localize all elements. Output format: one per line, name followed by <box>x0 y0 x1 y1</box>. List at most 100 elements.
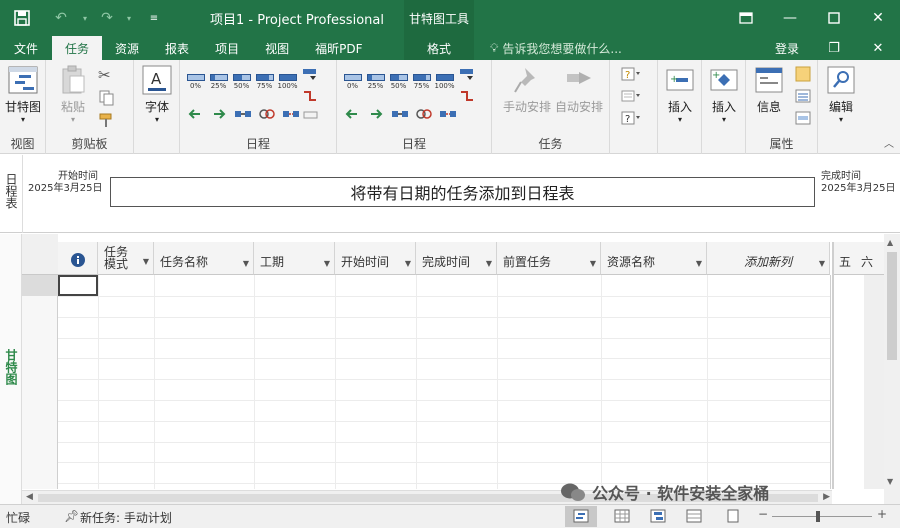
mark-on-track-icon-2[interactable] <box>459 66 477 82</box>
pct-75-button[interactable]: 75% <box>255 74 274 90</box>
status-ready: 忙碌 <box>6 511 31 525</box>
team-planner-view-icon[interactable] <box>650 509 666 526</box>
split-task-icon-2[interactable] <box>439 106 457 122</box>
tab-project[interactable]: 项目 <box>202 36 252 60</box>
vertical-scroll-thumb[interactable] <box>887 252 897 360</box>
tab-task[interactable]: 任务 <box>52 36 103 60</box>
paste-button[interactable]: 粘贴 ▾ <box>56 64 90 124</box>
unlink-tasks-icon[interactable] <box>258 106 276 122</box>
pct-50-button-2[interactable]: 50% <box>389 74 408 90</box>
split-task-icon[interactable] <box>282 106 300 122</box>
new-tasks-mode[interactable]: 新任务: 手动计划 <box>80 509 172 526</box>
tell-me-box[interactable]: 💡︎ 告诉我您想要做什么... <box>490 40 622 57</box>
respect-links-icon-2[interactable] <box>459 88 477 104</box>
gantt-chart-button[interactable]: 甘特图 ▾ <box>4 64 42 124</box>
respect-links-icon[interactable] <box>302 88 320 104</box>
format-painter-icon[interactable] <box>98 112 116 128</box>
zoom-slider-handle[interactable] <box>816 511 820 522</box>
link-tasks-icon-2[interactable] <box>391 106 409 122</box>
timeline-start-label: 开始时间 <box>58 171 98 182</box>
zoom-in-icon[interactable]: + <box>877 507 887 521</box>
tab-format[interactable]: 格式 <box>404 36 474 60</box>
tab-foxit-pdf[interactable]: 福昕PDF <box>302 36 375 60</box>
task-usage-view-icon[interactable] <box>614 509 630 526</box>
task-name-column-header[interactable]: 任务名称 ▼ <box>154 242 254 275</box>
quick-access-toolbar: ↶ ▾ ↷ ▾ ≡ <box>0 4 172 32</box>
add-new-column-header[interactable]: 添加新列 ▼ <box>707 242 830 275</box>
select-all-corner[interactable] <box>22 234 58 275</box>
cut-icon[interactable]: ✂ <box>98 66 116 84</box>
pct-100-button[interactable]: 100% <box>278 74 298 90</box>
zoom-slider[interactable] <box>772 516 872 517</box>
pct-75-button-2[interactable]: 75% <box>412 74 431 90</box>
pct-100-button-2[interactable]: 100% <box>435 74 455 90</box>
active-cell[interactable] <box>58 275 98 296</box>
gantt-view-shortcut[interactable] <box>565 506 597 527</box>
link-tasks-icon[interactable] <box>234 106 252 122</box>
collapse-ribbon-icon[interactable]: ︿ <box>884 135 894 150</box>
undo-dropdown-icon[interactable]: ▾ <box>78 4 92 32</box>
indent-icon[interactable] <box>210 106 228 122</box>
start-column-header[interactable]: 开始时间 ▼ <box>335 242 416 275</box>
tab-view[interactable]: 视图 <box>252 36 302 60</box>
add-to-timeline-icon[interactable] <box>794 110 812 126</box>
redo-dropdown-icon[interactable]: ▾ <box>122 4 136 32</box>
scroll-down-icon[interactable]: ▼ <box>887 477 893 486</box>
unlink-tasks-icon-2[interactable] <box>415 106 433 122</box>
restore-icon[interactable]: ❐ <box>812 36 856 60</box>
chevron-down-icon: ▼ <box>242 259 249 268</box>
inspect-icon[interactable]: ? <box>620 66 640 82</box>
mode-icon[interactable]: ? <box>620 110 640 126</box>
task-mode-column-header[interactable]: 任务 模式 ▼ <box>98 242 154 275</box>
pct-0-button[interactable]: 0% <box>186 74 205 90</box>
indent-icon-2[interactable] <box>367 106 385 122</box>
details-icon[interactable] <box>794 88 812 104</box>
pct-25-button-2[interactable]: 25% <box>366 74 385 90</box>
move-icon[interactable] <box>620 88 640 104</box>
close-icon[interactable]: ✕ <box>856 0 900 36</box>
insert-milestone-button[interactable]: + 插入 ▾ <box>708 64 740 124</box>
maximize-icon[interactable] <box>812 0 856 36</box>
duration-column-header[interactable]: 工期 ▼ <box>254 242 335 275</box>
scroll-left-icon[interactable]: ◀ <box>26 492 33 502</box>
pct-25-button[interactable]: 25% <box>209 74 228 90</box>
zoom-out-icon[interactable]: − <box>758 507 768 521</box>
editing-button[interactable]: 编辑 ▾ <box>824 64 858 124</box>
vertical-scrollbar[interactable]: ▲ ▼ <box>884 234 900 504</box>
outdent-icon-2[interactable] <box>343 106 361 122</box>
scroll-right-icon[interactable]: ▶ <box>823 492 830 502</box>
insert-task-button[interactable]: + 插入 ▾ <box>664 64 696 124</box>
manually-schedule-button[interactable]: 手动安排 <box>502 64 552 115</box>
predecessors-column-header[interactable]: 前置任务 ▼ <box>497 242 601 275</box>
login-link[interactable]: 登录 <box>775 40 799 57</box>
undo-icon[interactable]: ↶ <box>44 4 78 32</box>
minimize-icon[interactable]: — <box>768 0 812 36</box>
save-icon[interactable] <box>0 4 44 32</box>
gantt-chart-pane[interactable]: 五 六 <box>832 242 886 489</box>
notes-icon[interactable] <box>794 66 812 82</box>
tab-resource[interactable]: 资源 <box>102 36 152 60</box>
copy-icon[interactable] <box>98 90 116 106</box>
ribbon-options-icon[interactable] <box>724 0 768 36</box>
outdent-icon[interactable] <box>186 106 204 122</box>
customize-icon[interactable]: ≡ <box>136 4 172 32</box>
inactivate-icon[interactable] <box>302 108 320 124</box>
resource-sheet-view-icon[interactable] <box>686 509 702 526</box>
finish-column-header[interactable]: 完成时间 ▼ <box>416 242 497 275</box>
close-window-icon[interactable]: ✕ <box>856 36 900 60</box>
information-button[interactable]: 信息 <box>752 64 786 115</box>
row-header-selected[interactable] <box>22 275 58 296</box>
indicators-column-header[interactable] <box>58 242 98 275</box>
resource-names-column-header[interactable]: 资源名称 ▼ <box>601 242 707 275</box>
mark-on-track-icon[interactable] <box>302 66 320 82</box>
font-button[interactable]: A 字体 ▾ <box>142 64 172 124</box>
report-view-icon[interactable] <box>726 509 740 526</box>
timeline-bar[interactable]: 将带有日期的任务添加到日程表 <box>110 177 815 207</box>
auto-schedule-button[interactable]: 自动安排 <box>554 64 604 115</box>
redo-icon[interactable]: ↷ <box>92 4 122 32</box>
pct-50-button[interactable]: 50% <box>232 74 251 90</box>
scroll-up-icon[interactable]: ▲ <box>887 238 893 247</box>
tab-report[interactable]: 报表 <box>152 36 202 60</box>
pct-0-button-2[interactable]: 0% <box>343 74 362 90</box>
tab-file[interactable]: 文件 <box>0 36 52 60</box>
